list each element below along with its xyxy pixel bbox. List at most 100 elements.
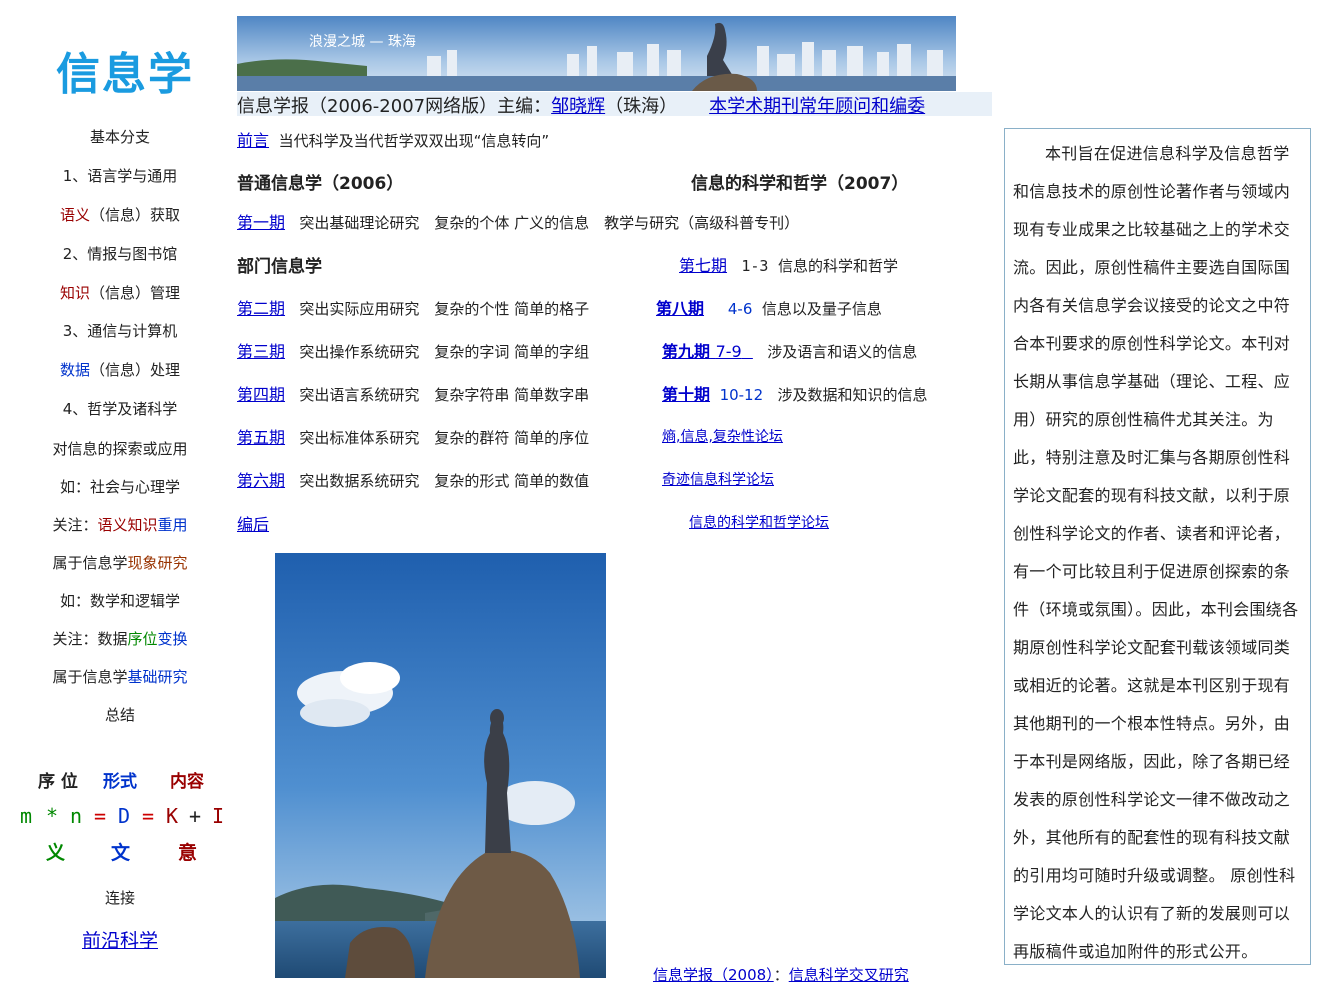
formula-head-content: 内容 (170, 772, 204, 792)
heading-science-philosophy: 信息的科学和哲学（2007） (691, 174, 909, 194)
belong-1-term: 现象研究 (127, 554, 188, 572)
belong-1: 属于信息学现象研究 (10, 552, 230, 573)
issue-9-link-text: 第九期 (662, 342, 711, 361)
formula-i: I (212, 804, 225, 828)
forum-2-row: 奇迹信息科学论坛 (662, 469, 774, 489)
belong-2-term: 基础研究 (127, 668, 188, 686)
entropy-forum-link[interactable]: 熵,信息,复杂性论坛 (662, 429, 783, 445)
issue-2-link[interactable]: 第二期 (237, 299, 285, 318)
branch-2-sub: 知识（信息）管理 (10, 282, 230, 303)
branch-2: 2、情报与图书馆 (62, 245, 178, 263)
focus-1-prefix: 关注： (52, 516, 98, 534)
branch-1-sub: 语义（信息）获取 (10, 204, 230, 225)
editor-location: （珠海） (605, 96, 678, 117)
branches-label: 基本分支 (89, 128, 150, 146)
belong-2-prefix: 属于信息学 (52, 668, 128, 686)
issue-5-link[interactable]: 第五期 (237, 428, 285, 447)
issue-7-range: 1-3 (741, 257, 769, 275)
issue-7-text: 信息的科学和哲学 (777, 257, 898, 275)
branch-1: 1、语言学与通用 (62, 167, 178, 185)
focus-2-prefix: 关注：数据 (52, 630, 128, 648)
banner-caption: 浪漫之城 — 珠海 (309, 34, 416, 50)
focus-1: 关注：语义知识重用 (10, 514, 230, 535)
advisors-link[interactable]: 本学术期刊常年顾问和编委 (709, 96, 925, 117)
forum-1-row: 熵,信息,复杂性论坛 (662, 426, 783, 446)
summary-label: 总结 (104, 706, 135, 724)
branch-2-sub-text: （信息）管理 (90, 284, 181, 302)
data-term: 数据 (59, 361, 90, 379)
issue-9-link[interactable]: 第九期 7-9 (662, 342, 753, 361)
preface-text: 当代科学及当代哲学双双出现“信息转向” (278, 132, 550, 150)
formula-head-form: 形式 (103, 772, 137, 792)
issue-1-link[interactable]: 第一期 (237, 213, 285, 232)
belong-2: 属于信息学基础研究 (10, 666, 230, 687)
focus-2: 关注：数据序位变换 (10, 628, 230, 649)
branch-4-sub: 对信息的探索或应用 (52, 440, 188, 458)
issue-8-link[interactable]: 第八期 (656, 299, 704, 318)
banner-image: 浪漫之城 — 珠海 (237, 16, 956, 91)
miracle-forum-link[interactable]: 奇迹信息科学论坛 (662, 472, 774, 488)
link-label: 连接 (104, 889, 135, 907)
journal-intro-text: 本刊旨在促进信息科学及信息哲学和信息技术的原创性论著作者与领域内现有专业成果之比… (1013, 144, 1299, 961)
formula-eq2: = (142, 804, 155, 828)
issue-1-text: 突出基础理论研究 复杂的个体 广义的信息 教学与研究（高级科普专刊） (299, 214, 800, 232)
issue-3-link[interactable]: 第三期 (237, 342, 285, 361)
journal-title-a: 信息学报（2006-2007 (237, 96, 426, 117)
journal-title-bar: 信息学报（2006-2007网络版）主编：邹晓辉（珠海） 本学术期刊常年顾问和编委 (237, 92, 992, 117)
issue-8-range: 4-6 (727, 300, 753, 318)
issue-4-row: 第四期 突出语言系统研究 复杂字符串 简单数字串 (237, 381, 589, 405)
formula-eq1: = (94, 804, 107, 828)
science-philosophy-forum-link[interactable]: 信息的科学和哲学论坛 (689, 515, 829, 531)
journal-title-b: 网络版）主编： (425, 96, 552, 117)
branch-3: 3、通信与计算机 (62, 322, 178, 340)
afterword-row: 编后 (237, 511, 269, 535)
issue-3-text: 突出操作系统研究 复杂的字词 简单的字组 (299, 343, 590, 361)
formula-k: K (166, 804, 179, 828)
branch-4: 4、哲学及诸科学 (62, 400, 178, 418)
formula-diagram: 序 位 形式 内容 m * n = D = K + I 义 文 意 (18, 762, 225, 867)
focus-1-term: 语义知识 (97, 516, 158, 534)
preface-link[interactable]: 前言 (237, 131, 269, 150)
issue-3-row: 第三期 突出操作系统研究 复杂的字词 简单的字组 (237, 338, 589, 362)
statue-photo-icon (275, 553, 606, 978)
formula-star: * (46, 804, 59, 828)
heading-department-informatics: 部门信息学 (237, 257, 322, 277)
issue-2-row: 第二期 突出实际应用研究 复杂的个性 简单的格子 (237, 295, 589, 319)
issue-1-row: 第一期 突出基础理论研究 复杂的个体 广义的信息 教学与研究（高级科普专刊） (237, 209, 799, 233)
issue-7-link[interactable]: 第七期 (679, 256, 727, 275)
site-title: 信息学 (56, 49, 194, 100)
formula-n: n (70, 804, 83, 828)
interdisciplinary-link[interactable]: 信息科学交叉研究 (789, 966, 909, 984)
formula-m: m (20, 804, 33, 828)
afterword-link[interactable]: 编后 (237, 515, 269, 534)
journal-intro-box: 本刊旨在促进信息科学及信息哲学和信息技术的原创性论著作者与领域内现有专业成果之比… (1004, 128, 1311, 965)
bottom-links-row: 信息学报（2008）：信息科学交叉研究 (653, 964, 909, 985)
frontier-link-wrap: 前沿科学 (10, 926, 230, 953)
issue-6-row: 第六期 突出数据系统研究 复杂的形式 简单的数值 (237, 467, 589, 491)
issue-8-text: 信息以及量子信息 (761, 300, 882, 318)
issue-6-text: 突出数据系统研究 复杂的形式 简单的数值 (299, 472, 590, 490)
issue-5-text: 突出标准体系研究 复杂的群符 简单的序位 (299, 429, 590, 447)
branch-1-sub-text: （信息）获取 (90, 206, 181, 224)
fisher-girl-statue-photo (275, 553, 606, 978)
formula-head-order: 序 位 (38, 772, 78, 792)
semantic-term: 语义 (59, 206, 90, 224)
formula-foot-text: 文 (111, 842, 131, 864)
example-1: 如：社会与心理学 (59, 478, 180, 496)
issue-4-link[interactable]: 第四期 (237, 385, 285, 404)
banner-skyline-icon: 浪漫之城 — 珠海 (237, 16, 956, 91)
issue-10-text: 涉及数据和知识的信息 (777, 386, 928, 404)
knowledge-term: 知识 (59, 284, 90, 302)
issue-2-text: 突出实际应用研究 复杂的个性 简单的格子 (299, 300, 590, 318)
bottom-separator: ： (773, 966, 789, 984)
frontier-science-link[interactable]: 前沿科学 (82, 930, 158, 952)
issue-8-row: 第八期 4-6 信息以及量子信息 (656, 295, 882, 319)
branch-3-sub: 数据（信息）处理 (10, 359, 230, 380)
editor-link[interactable]: 邹晓辉 (551, 96, 605, 117)
issue-6-link[interactable]: 第六期 (237, 471, 285, 490)
issue-10-link[interactable]: 第十期 (662, 385, 710, 404)
journal-2008-link[interactable]: 信息学报（2008） (653, 966, 774, 984)
issue-9-text: 涉及语言和语义的信息 (767, 343, 918, 361)
belong-1-prefix: 属于信息学 (52, 554, 128, 572)
issue-5-row: 第五期 突出标准体系研究 复杂的群符 简单的序位 (237, 424, 589, 448)
